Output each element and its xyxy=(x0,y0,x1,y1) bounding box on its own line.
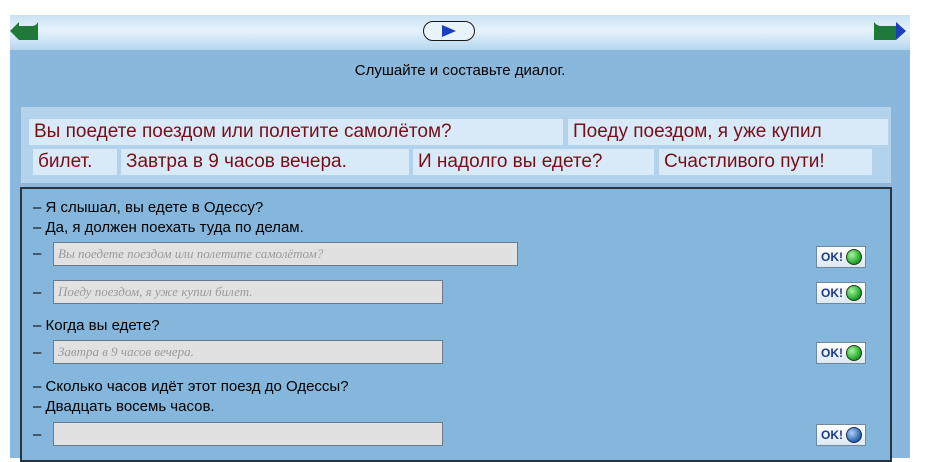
ok-button[interactable]: OK! xyxy=(816,246,866,268)
ok-label: OK! xyxy=(821,428,843,442)
play-icon xyxy=(442,25,456,37)
dialog-dash: – xyxy=(33,344,42,361)
ok-label: OK! xyxy=(821,346,843,360)
status-lamp-icon xyxy=(846,285,862,301)
dialog-dash: – xyxy=(33,284,42,301)
status-lamp-icon xyxy=(846,345,862,361)
ok-label: OK! xyxy=(821,286,843,300)
phrase-chip[interactable]: Вы поедете поездом или полетите самолёто… xyxy=(29,119,563,145)
answer-field[interactable] xyxy=(53,422,443,446)
answer-field[interactable]: Поеду поездом, я уже купил билет. xyxy=(53,280,443,304)
ok-label: OK! xyxy=(821,250,843,264)
phrase-chip[interactable]: Поеду поездом, я уже купил xyxy=(568,119,888,145)
dialog-line: – Я слышал, вы едете в Одессу? xyxy=(33,199,264,216)
arrow-right-icon[interactable] xyxy=(872,20,908,42)
phrase-chip[interactable]: И надолго вы едете? xyxy=(413,149,654,175)
instruction-text: Слушайте и составьте диалог. xyxy=(354,62,566,79)
ok-button[interactable]: OK! xyxy=(816,282,866,304)
answer-field[interactable]: Вы поедете поездом или полетите самолёто… xyxy=(53,242,518,266)
status-lamp-icon xyxy=(846,427,862,443)
ok-button[interactable]: OK! xyxy=(816,424,866,446)
dialog-line: – Сколько часов идёт этот поезд до Одесс… xyxy=(33,378,349,395)
dialog-line: – Когда вы едете? xyxy=(33,317,160,334)
dialog-line: – Да, я должен поехать туда по делам. xyxy=(33,219,304,236)
phrase-chip[interactable]: Счастливого пути! xyxy=(659,149,872,175)
status-lamp-icon xyxy=(846,249,862,265)
phrase-chip[interactable]: билет. xyxy=(33,149,117,175)
dialog-dash: – xyxy=(33,245,42,262)
dialog-dash: – xyxy=(33,426,42,443)
play-button[interactable] xyxy=(423,21,475,41)
phrase-chip[interactable]: Завтра в 9 часов вечера. xyxy=(121,149,409,175)
arrow-left-icon[interactable] xyxy=(10,20,40,42)
side-strip xyxy=(910,15,936,458)
page: Слушайте и составьте диалог. Вы поедете … xyxy=(0,0,936,462)
dialog-line: – Двадцать восемь часов. xyxy=(33,398,215,415)
ok-button[interactable]: OK! xyxy=(816,342,866,364)
answer-field[interactable]: Завтра в 9 часов вечера. xyxy=(53,340,443,364)
